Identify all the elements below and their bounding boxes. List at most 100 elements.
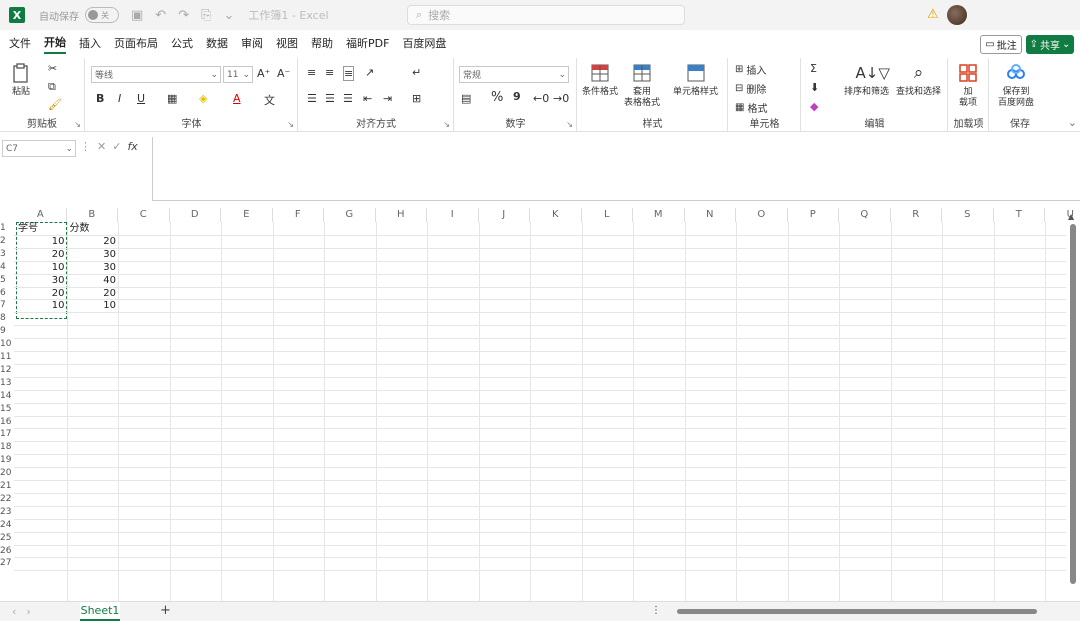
cell-styles-button[interactable]: 单元格样式	[673, 62, 718, 98]
row-header[interactable]: 16	[0, 416, 14, 428]
row-header[interactable]: 25	[0, 532, 14, 544]
border-icon[interactable]: ▦	[167, 92, 177, 105]
data-cell[interactable]: 30	[15, 274, 67, 288]
row-header[interactable]: 6	[0, 287, 14, 299]
search-input[interactable]: ⌕ 搜索	[407, 5, 685, 25]
align-right-icon[interactable]: ☰	[343, 92, 353, 105]
menu-formulas[interactable]: 公式	[171, 35, 193, 53]
more-icon[interactable]: ⋮	[651, 605, 661, 616]
row-header[interactable]: 2	[0, 235, 14, 247]
currency-icon[interactable]: ▤	[461, 92, 471, 105]
cancel-icon[interactable]: ✕	[97, 140, 106, 153]
column-header[interactable]: G	[324, 208, 376, 222]
row-header[interactable]: 19	[0, 454, 14, 466]
scroll-up-icon[interactable]: ▲	[1068, 212, 1074, 221]
collapse-ribbon-icon[interactable]: ⌄	[1068, 116, 1077, 129]
header-cell[interactable]: 分数	[70, 222, 119, 236]
enter-icon[interactable]: ✓	[112, 140, 121, 153]
row-header[interactable]: 20	[0, 467, 14, 479]
column-header[interactable]: I	[427, 208, 479, 222]
autosum-icon[interactable]: Σ	[810, 62, 817, 75]
column-header[interactable]: D	[169, 208, 221, 222]
sheet-tab[interactable]: Sheet1	[80, 602, 120, 621]
italic-button[interactable]: I	[118, 92, 121, 105]
column-header[interactable]: Q	[839, 208, 891, 222]
format-as-table-button[interactable]: 套用 表格格式	[624, 62, 660, 109]
row-header[interactable]: 1	[0, 222, 14, 234]
data-cell[interactable]: 20	[67, 235, 119, 249]
row-header[interactable]: 23	[0, 506, 14, 518]
data-cell[interactable]: 30	[67, 248, 119, 262]
launcher-icon[interactable]: ↘	[287, 120, 294, 129]
row-header[interactable]: 24	[0, 519, 14, 531]
data-cell[interactable]: 40	[67, 274, 119, 288]
data-cell[interactable]: 10	[15, 235, 67, 249]
warning-icon[interactable]: ⚠	[927, 7, 939, 22]
font-size-select[interactable]: 11 ⌄	[223, 66, 253, 83]
data-cell[interactable]: 10	[15, 299, 67, 313]
vertical-scrollbar[interactable]	[1068, 224, 1078, 592]
row-header[interactable]: 7	[0, 299, 14, 311]
copy-icon[interactable]: ⧉	[48, 80, 56, 94]
align-bottom-icon[interactable]: ≡	[343, 66, 355, 81]
undo-icon[interactable]: ↶	[155, 8, 166, 23]
menu-home[interactable]: 开始	[44, 34, 66, 54]
font-name-select[interactable]: 等线 ⌄	[91, 66, 221, 83]
align-middle-icon[interactable]: ≡	[325, 66, 334, 79]
column-header[interactable]: N	[684, 208, 736, 222]
number-format-select[interactable]: 常规 ⌄	[459, 66, 569, 83]
column-header[interactable]: L	[581, 208, 633, 222]
percent-button[interactable]: %	[491, 90, 503, 105]
column-header[interactable]: K	[530, 208, 582, 222]
column-header[interactable]: P	[787, 208, 839, 222]
row-header[interactable]: 15	[0, 403, 14, 415]
row-header[interactable]: 13	[0, 377, 14, 389]
fill-color-icon[interactable]: ◈	[199, 92, 207, 105]
data-cell[interactable]: 10	[67, 299, 119, 313]
row-header[interactable]: 11	[0, 351, 14, 363]
column-header[interactable]: H	[375, 208, 427, 222]
menu-page-layout[interactable]: 页面布局	[114, 35, 158, 53]
menu-help[interactable]: 帮助	[311, 35, 333, 53]
decrease-indent-icon[interactable]: ⇤	[363, 92, 372, 105]
header-cell[interactable]: 学号	[18, 222, 67, 236]
avatar[interactable]	[947, 5, 967, 25]
share-button[interactable]: ⇪ 共享 ⌄	[1026, 35, 1074, 54]
paste-button[interactable]: 粘贴	[10, 62, 32, 98]
worksheet-grid[interactable]: A B C D E F G H I J K L M N O P Q R S T U 1 2 3 4 5 6 7 8 9 10 11 12 13 14…	[0, 208, 1080, 601]
column-header[interactable]: F	[272, 208, 324, 222]
column-header[interactable]: T	[993, 208, 1045, 222]
insert-cells-button[interactable]: ⊞ 插入	[735, 62, 766, 77]
align-left-icon[interactable]: ☰	[307, 92, 317, 105]
column-header[interactable]: R	[890, 208, 942, 222]
add-sheet-button[interactable]: +	[160, 603, 171, 618]
merge-center-icon[interactable]: ⊞	[412, 92, 421, 105]
data-cell[interactable]: 20	[15, 248, 67, 262]
clear-icon[interactable]: ◆	[810, 100, 818, 113]
wrap-text-icon[interactable]: ↵	[412, 66, 421, 79]
row-header[interactable]: 21	[0, 480, 14, 492]
delete-cells-button[interactable]: ⊟ 删除	[735, 81, 766, 96]
redo-icon[interactable]: ↷	[178, 8, 189, 23]
row-header[interactable]: 5	[0, 274, 14, 286]
prev-sheet-icon[interactable]: ‹	[12, 605, 16, 618]
launcher-icon[interactable]: ↘	[74, 120, 81, 129]
menu-insert[interactable]: 插入	[79, 35, 101, 53]
conditional-formatting-button[interactable]: 条件格式	[582, 62, 618, 98]
find-select-button[interactable]: ⌕ 查找和选择	[896, 62, 941, 98]
column-header[interactable]: A	[15, 208, 67, 222]
column-header[interactable]: J	[478, 208, 530, 222]
launcher-icon[interactable]: ↘	[443, 120, 450, 129]
column-header[interactable]: S	[942, 208, 994, 222]
column-header[interactable]: C	[118, 208, 170, 222]
scroll-thumb[interactable]	[1070, 224, 1076, 584]
more-icon[interactable]: ⋮	[80, 140, 91, 153]
menu-data[interactable]: 数据	[206, 35, 228, 53]
data-cell[interactable]: 10	[15, 261, 67, 275]
comment-button[interactable]: ▭ 批注	[980, 35, 1022, 54]
format-painter-icon[interactable]: 🖌	[48, 98, 62, 111]
sort-filter-button[interactable]: A↓▽ 排序和筛选	[844, 62, 890, 98]
row-header[interactable]: 3	[0, 248, 14, 260]
underline-button[interactable]: U	[137, 92, 145, 105]
save-icon[interactable]: ▣	[131, 8, 143, 23]
